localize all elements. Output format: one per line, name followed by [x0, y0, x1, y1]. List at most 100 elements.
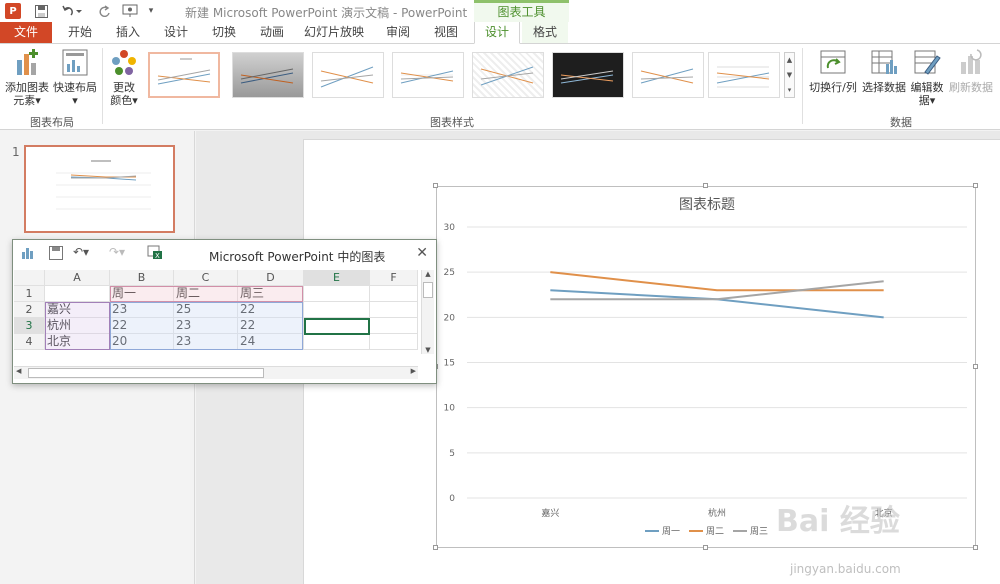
chart-style-7[interactable] [632, 52, 704, 98]
series-line [550, 289, 884, 319]
tab-design[interactable]: 设计 [156, 22, 196, 43]
chart-data-sheet-window[interactable]: ↶▾ ↷▾ X Microsoft PowerPoint 中的图表 ✕ A B … [12, 239, 437, 384]
resize-handle-bottom[interactable] [703, 545, 708, 550]
sheet-cell[interactable] [370, 334, 418, 350]
scroll-down-icon[interactable]: ▼ [422, 346, 434, 354]
save-icon[interactable] [32, 3, 50, 19]
close-icon[interactable]: ✕ [416, 245, 428, 261]
quick-layout-arrow: ▾ [72, 94, 78, 107]
quick-layout-button[interactable]: 快速布局 ▾ [52, 48, 98, 107]
row-header[interactable]: 2 [14, 302, 45, 318]
tab-home[interactable]: 开始 [60, 22, 100, 43]
edit-in-excel-icon[interactable]: X [147, 245, 163, 263]
chart-style-8[interactable] [708, 52, 780, 98]
resize-handle-bottom-left[interactable] [433, 545, 438, 550]
column-header-a[interactable]: A [45, 270, 110, 286]
resize-handle-bottom-right[interactable] [973, 545, 978, 550]
resize-handle-top-left[interactable] [433, 183, 438, 188]
vertical-scroll-thumb[interactable] [423, 282, 433, 298]
switch-row-column-icon [820, 50, 846, 74]
row-header[interactable]: 4 [14, 334, 45, 350]
horizontal-scroll-thumb[interactable] [28, 368, 264, 378]
legend-label: 周三 [750, 526, 768, 537]
chart-style-1[interactable] [148, 52, 220, 98]
scroll-up-icon[interactable]: ▲ [787, 56, 792, 64]
y-tick-label: 0 [449, 494, 455, 504]
add-chart-element-icon [17, 49, 38, 75]
gallery-more-icon[interactable]: ▾ [788, 86, 792, 94]
y-tick-label: 30 [444, 223, 456, 233]
tab-chart-design[interactable]: 设计 [474, 22, 520, 44]
tab-transitions[interactable]: 切换 [204, 22, 244, 43]
present-from-start-icon[interactable] [120, 3, 142, 19]
column-header-b[interactable]: B [110, 270, 174, 286]
style-gallery-scroll[interactable]: ▲ ▼ ▾ [784, 52, 795, 98]
tab-file[interactable]: 文件 [0, 22, 52, 43]
category-range [45, 302, 110, 350]
change-colors-label-2: 颜色▾ [110, 94, 138, 107]
active-cell-e3[interactable] [304, 318, 370, 335]
column-header-f[interactable]: F [370, 270, 418, 286]
sheet-cell[interactable] [370, 318, 418, 334]
vertical-scrollbar[interactable]: ▲ ▼ [421, 270, 434, 354]
powerpoint-logo-icon: P [5, 3, 21, 19]
quick-layout-label: 快速布局 [53, 81, 97, 94]
sheet-redo-icon[interactable]: ↷▾ [109, 245, 125, 259]
horizontal-scrollbar[interactable]: ◀ ▶ [14, 366, 418, 379]
add-chart-element-label: 添加图表 [5, 81, 49, 94]
chart-style-4[interactable] [392, 52, 464, 98]
line-chart: 051015202530 嘉兴 杭州 北京 周一 周二 周三 图表标题 [444, 197, 967, 537]
scroll-left-icon[interactable]: ◀ [16, 367, 21, 375]
sheet-cell[interactable] [370, 302, 418, 318]
y-tick-label: 5 [449, 449, 455, 459]
y-tick-label: 15 [444, 359, 455, 369]
chart-object[interactable]: 0 5 10 15 20 25 30 嘉兴 杭州 北京 周一 周二 周三 图表标题 [436, 186, 976, 548]
customize-qat-icon[interactable]: ▾ [146, 3, 156, 19]
add-chart-element-button[interactable]: 添加图表 元素▾ [4, 48, 50, 107]
resize-handle-top-right[interactable] [973, 183, 978, 188]
repeat-icon[interactable] [96, 3, 112, 19]
tab-review[interactable]: 审阅 [378, 22, 418, 43]
chart-style-3[interactable] [312, 52, 384, 98]
sheet-save-icon[interactable] [49, 246, 63, 263]
chart-title[interactable]: 图表标题 [679, 197, 735, 213]
column-header-e[interactable]: E [304, 270, 370, 286]
change-colors-label: 更改 [113, 81, 135, 94]
row-header[interactable]: 3 [14, 318, 45, 334]
select-data-button[interactable]: 选择数据 [860, 48, 908, 94]
select-all-corner[interactable] [14, 270, 45, 286]
sheet-cell[interactable] [304, 302, 370, 318]
x-tick-label: 嘉兴 [541, 507, 559, 519]
switch-row-column-button[interactable]: 切换行/列 [806, 48, 860, 94]
scroll-right-icon[interactable]: ▶ [411, 367, 416, 375]
resize-handle-top[interactable] [703, 183, 708, 188]
values-range [110, 302, 303, 350]
tab-chart-format[interactable]: 格式 [522, 22, 568, 43]
sheet-cell[interactable] [370, 286, 418, 302]
sheet-cell[interactable] [45, 286, 110, 302]
row-header[interactable]: 1 [14, 286, 45, 302]
sheet-undo-icon[interactable]: ↶▾ [73, 245, 89, 259]
chart-style-5[interactable] [472, 52, 544, 98]
sheet-cell[interactable] [304, 334, 370, 350]
change-colors-button[interactable]: 更改 颜色▾ [104, 48, 144, 107]
chart-style-6[interactable] [552, 52, 624, 98]
scroll-down-icon[interactable]: ▼ [787, 71, 792, 79]
data-sheet-title: Microsoft PowerPoint 中的图表 [209, 250, 386, 264]
series-name-range [110, 286, 303, 302]
tab-animations[interactable]: 动画 [252, 22, 292, 43]
refresh-data-button[interactable]: 刷新数据 [946, 48, 996, 94]
undo-icon[interactable] [58, 3, 84, 19]
slide-thumbnail[interactable] [24, 145, 175, 233]
edit-data-button[interactable]: 编辑数 据▾ [908, 48, 946, 107]
column-header-d[interactable]: D [238, 270, 304, 286]
chart-style-2[interactable] [232, 52, 304, 98]
tab-insert[interactable]: 插入 [108, 22, 148, 43]
tab-view[interactable]: 视图 [426, 22, 466, 43]
resize-handle-right[interactable] [973, 364, 978, 369]
column-header-c[interactable]: C [174, 270, 238, 286]
scroll-up-icon[interactable]: ▲ [422, 270, 434, 278]
tab-slideshow[interactable]: 幻灯片放映 [298, 22, 370, 43]
sheet-cell[interactable] [304, 286, 370, 302]
group-separator [102, 48, 103, 124]
